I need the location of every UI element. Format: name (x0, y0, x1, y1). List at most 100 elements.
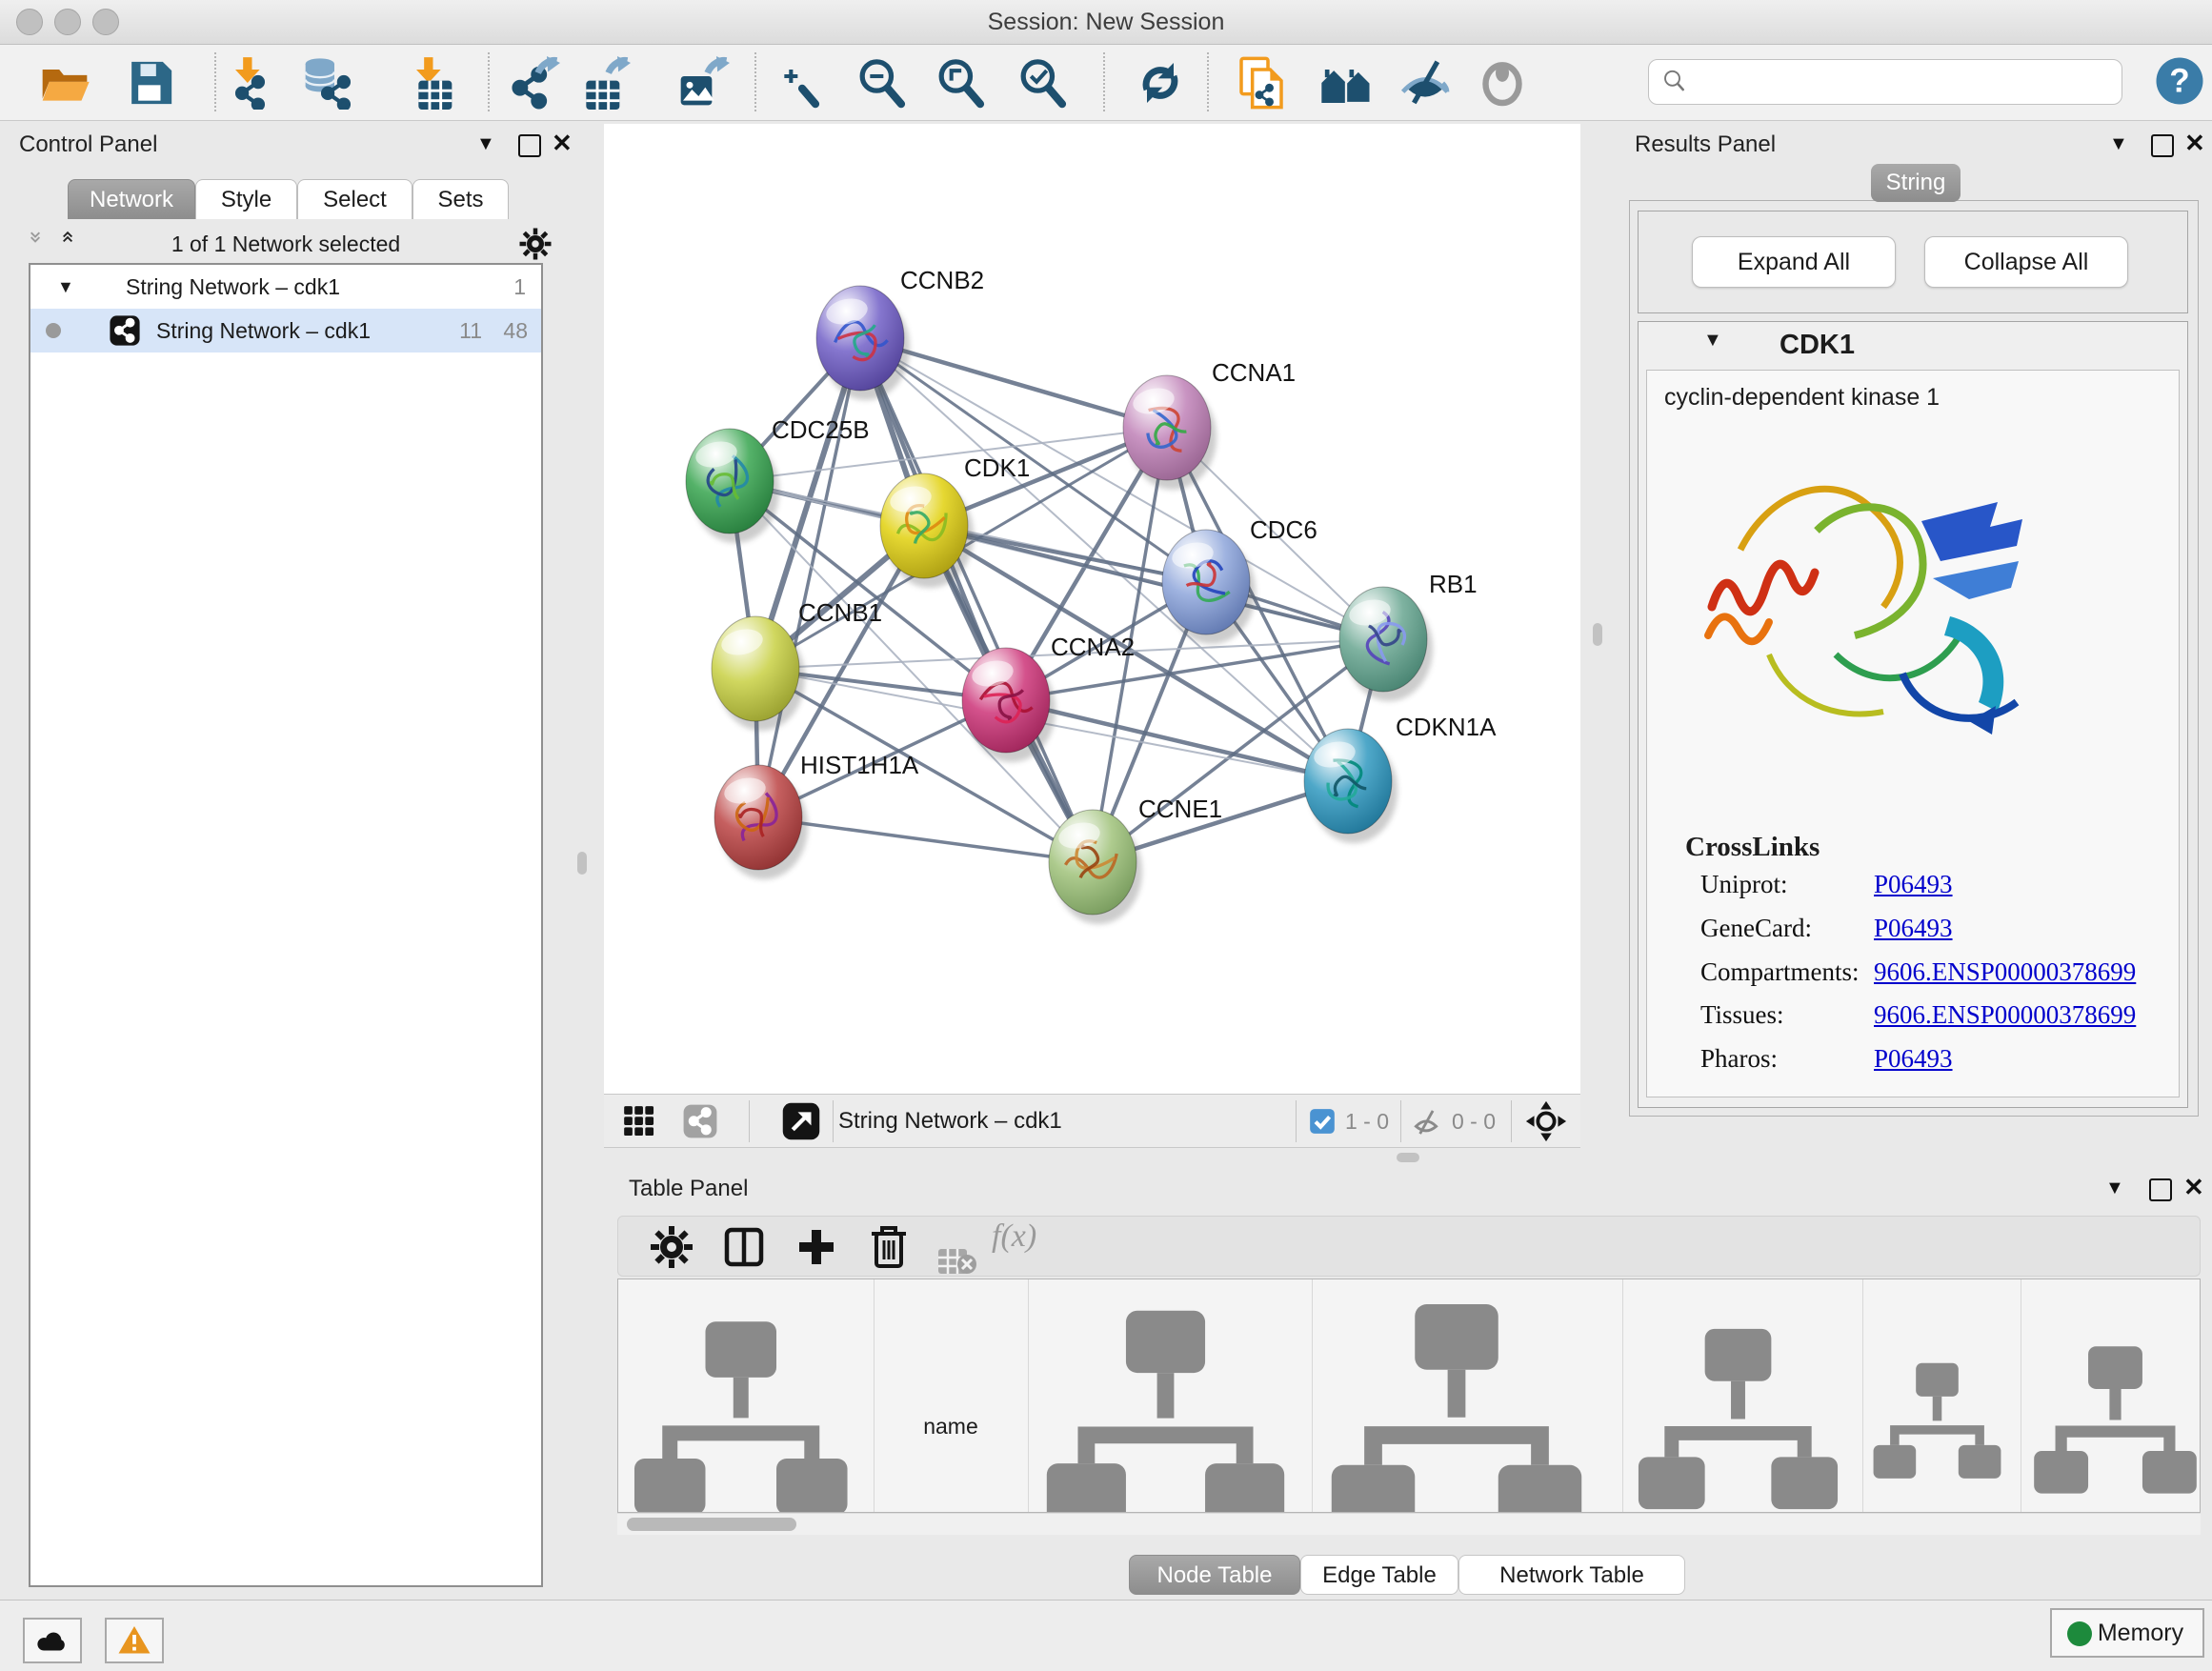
vertical-splitter-handle[interactable] (1593, 623, 1602, 646)
crosslink-tissues[interactable]: 9606.ENSP00000378699 (1874, 1000, 2136, 1030)
import-network-file-button[interactable] (222, 56, 275, 110)
column-header[interactable]: name (874, 1279, 1028, 1513)
search-box (1648, 59, 2122, 105)
table-options-gear-icon[interactable] (649, 1224, 694, 1270)
scrollbar-thumb[interactable] (627, 1518, 796, 1531)
tab-style[interactable]: Style (195, 179, 297, 219)
network-node-CDC6[interactable] (1162, 530, 1256, 644)
column-header[interactable]: description (1622, 1279, 1862, 1513)
network-node-CCNB1[interactable] (712, 616, 805, 731)
network-node-CDC25B[interactable] (686, 429, 779, 543)
collection-count: 1 (513, 265, 526, 309)
tab-edge-table[interactable]: Edge Table (1300, 1555, 1458, 1595)
tree-expander-icon[interactable]: ▼ (57, 265, 74, 309)
network-options-gear-icon[interactable] (518, 227, 553, 261)
svg-text:CDC6: CDC6 (1250, 515, 1317, 544)
open-in-new-icon[interactable] (781, 1101, 821, 1141)
save-button[interactable] (124, 56, 177, 110)
network-list-toolbar: 1 of 1 Network selected (8, 223, 564, 265)
results-panel-close-icon[interactable]: ✕ (2184, 129, 2205, 158)
search-input[interactable] (1699, 64, 2112, 100)
show-hide-button[interactable] (1398, 56, 1452, 110)
crosslink-uniprot[interactable]: P06493 (1874, 870, 1953, 899)
delete-column-icon[interactable] (866, 1224, 912, 1270)
section-expander-icon[interactable]: ▼ (1703, 330, 1722, 352)
crosslink-compartments[interactable]: 9606.ENSP00000378699 (1874, 957, 2136, 987)
zoom-selected-button[interactable] (1016, 56, 1069, 110)
string-network-graph[interactable]: CCNB2CCNA1CDC25BCDK1CDC6RB1CCNB1CCNA2CDK… (604, 124, 1580, 1094)
control-panel-menu-icon[interactable]: ▼ (476, 133, 495, 155)
tab-network[interactable]: Network (68, 179, 195, 219)
add-column-icon[interactable] (794, 1224, 839, 1270)
network-node-RB1[interactable] (1339, 587, 1433, 701)
network-row[interactable]: String Network – cdk1 11 48 (30, 309, 541, 352)
birds-eye-button[interactable] (1476, 56, 1529, 110)
cytoscape-window: Session: New Session circle cx="20" cy="… (0, 0, 2212, 1671)
table-panel-menu-icon[interactable]: ▼ (2105, 1178, 2124, 1199)
warning-status-button[interactable] (105, 1618, 164, 1663)
network-node-CCNA1[interactable] (1123, 375, 1217, 490)
import-table-button[interactable] (403, 56, 456, 110)
results-panel: Results Panel ▼ ✕ String Expand All Coll… (1621, 124, 2206, 1122)
refresh-layout-button[interactable] (1134, 56, 1187, 110)
network-from-selection-button[interactable] (1235, 56, 1288, 110)
table-panel-float-icon[interactable] (2149, 1178, 2172, 1201)
network-node-CDK1[interactable] (880, 473, 974, 588)
gene-section-header[interactable]: ▼ CDK1 (1639, 322, 2187, 368)
export-table-button[interactable] (577, 56, 631, 110)
network-collection-row[interactable]: ▼ String Network – cdk1 1 (30, 265, 541, 309)
column-header[interactable]: namespace (2021, 1279, 2201, 1513)
export-network-button[interactable] (507, 56, 560, 110)
zoom-out-button[interactable] (855, 56, 908, 110)
zoom-in-button[interactable]: circle cx="20" cy="18" r="13" fill="none… (769, 56, 822, 110)
selected-checkbox-icon[interactable] (1309, 1108, 1336, 1135)
network-node-CDKN1A[interactable] (1304, 729, 1398, 843)
tab-network-table[interactable]: Network Table (1458, 1555, 1685, 1595)
crosslink-genecard[interactable]: P06493 (1874, 914, 1953, 943)
network-node-HIST1H1A[interactable] (714, 765, 808, 879)
share-view-icon[interactable] (682, 1103, 718, 1139)
column-header[interactable]: @id (1862, 1279, 2021, 1513)
column-header[interactable]: canonical name (1028, 1279, 1312, 1513)
network-canvas[interactable]: CCNB2CCNA1CDC25BCDK1CDC6RB1CCNB1CCNA2CDK… (604, 124, 1580, 1094)
table-panel-close-icon[interactable]: ✕ (2183, 1173, 2204, 1202)
column-header[interactable]: database identifier (1312, 1279, 1622, 1513)
table-panel: Table Panel ▼ ✕ f(x) shared name name ca… (604, 1170, 2206, 1597)
help-button[interactable]: ? (2153, 54, 2206, 108)
network-view-title: String Network – cdk1 (838, 1095, 1062, 1148)
network-node-CCNA2[interactable] (962, 648, 1056, 762)
column-header[interactable]: shared name (618, 1279, 874, 1513)
collapse-all-button[interactable]: Collapse All (1924, 236, 2128, 288)
results-panel-title: Results Panel (1635, 131, 1776, 158)
control-panel-close-icon[interactable]: ✕ (552, 129, 573, 158)
memory-button[interactable]: Memory (2050, 1608, 2204, 1658)
network-node-CCNE1[interactable] (1049, 810, 1142, 924)
tab-string[interactable]: String (1871, 164, 1961, 202)
import-network-database-button[interactable] (301, 56, 354, 110)
table-horizontal-scrollbar[interactable] (617, 1513, 2201, 1535)
collection-label: String Network – cdk1 (126, 265, 340, 309)
horizontal-splitter-handle[interactable] (1397, 1153, 1419, 1162)
vertical-splitter-handle[interactable] (577, 852, 587, 875)
results-panel-menu-icon[interactable]: ▼ (2109, 133, 2128, 155)
separator (833, 1100, 834, 1142)
crosslink-label: Uniprot: (1700, 870, 1788, 899)
crosslink-pharos[interactable]: P06493 (1874, 1044, 1953, 1074)
export-image-button[interactable] (676, 56, 730, 110)
expand-all-button[interactable]: Expand All (1692, 236, 1896, 288)
tab-select[interactable]: Select (297, 179, 412, 219)
show-columns-icon[interactable] (721, 1224, 767, 1270)
network-node-CCNB2[interactable] (816, 286, 910, 400)
birds-eye-crosshair-icon[interactable] (1524, 1099, 1568, 1143)
cloud-status-button[interactable] (23, 1618, 82, 1663)
string-results-content: Expand All Collapse All ▼ CDK1 cyclin-de… (1629, 200, 2199, 1117)
string-home-button[interactable] (1319, 56, 1373, 110)
results-panel-float-icon[interactable] (2151, 134, 2174, 157)
hidden-eye-icon[interactable] (1410, 1106, 1442, 1138)
control-panel-float-icon[interactable] (518, 134, 541, 157)
grid-view-icon[interactable] (621, 1103, 657, 1139)
tab-node-table[interactable]: Node Table (1129, 1555, 1300, 1595)
open-file-button[interactable] (38, 56, 91, 110)
zoom-fit-button[interactable] (934, 56, 987, 110)
tab-sets[interactable]: Sets (412, 179, 509, 219)
